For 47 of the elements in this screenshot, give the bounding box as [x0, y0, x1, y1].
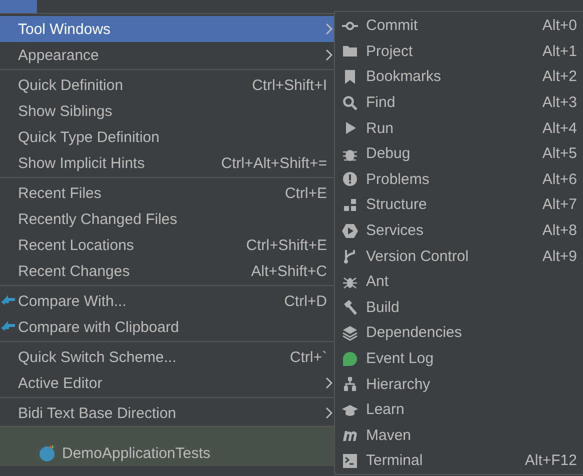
hammer-icon: [342, 299, 358, 316]
bookmark-icon: [342, 68, 358, 85]
exclamation-icon: [342, 171, 358, 188]
menu-item[interactable]: Commit Alt+0: [335, 13, 583, 39]
class-icon: [38, 444, 56, 462]
menu-item[interactable]: Appearance: [0, 42, 335, 68]
menu-item[interactable]: Quick Type Definition: [0, 124, 335, 150]
menu-item[interactable]: Run Alt+4: [335, 115, 583, 141]
menu-item[interactable]: Show Siblings: [0, 98, 335, 124]
menu-item[interactable]: Hierarchy: [335, 371, 583, 397]
terminal-icon: [342, 452, 358, 469]
menu-bar-highlight: [0, 0, 37, 13]
menu-item[interactable]: Problems Alt+6: [335, 166, 583, 192]
menu-item[interactable]: Maven: [335, 422, 583, 448]
hierarchy-icon: [342, 376, 358, 392]
structure-icon: [342, 196, 358, 213]
menu-item[interactable]: Active Editor: [0, 370, 335, 396]
menu-item[interactable]: Quick Definition Ctrl+Shift+I: [0, 72, 335, 98]
menu-item[interactable]: Project Alt+1: [335, 38, 583, 64]
menu-item[interactable]: Build: [335, 294, 583, 320]
menu-item[interactable]: Recent Files Ctrl+E: [0, 180, 335, 206]
menu-item[interactable]: Structure Alt+7: [335, 192, 583, 218]
search-icon: [342, 94, 358, 111]
layers-icon: [342, 324, 358, 341]
menu-item[interactable]: Quick Switch Scheme... Ctrl+`: [0, 344, 335, 370]
branch-icon: [342, 248, 358, 264]
menu-item[interactable]: Recently Changed Files: [0, 206, 335, 232]
menu-item[interactable]: Version Control Alt+9: [335, 243, 583, 269]
menu-item[interactable]: Dependencies: [335, 320, 583, 346]
menu-item[interactable]: Terminal Alt+F12: [335, 448, 583, 474]
menu-item[interactable]: Tool Windows: [0, 16, 335, 42]
menu-item[interactable]: Event Log: [335, 346, 583, 372]
menu-item[interactable]: Show Implicit Hints Ctrl+Alt+Shift+=: [0, 150, 335, 176]
menu-item[interactable]: Services Alt+8: [335, 218, 583, 244]
menu-item[interactable]: Compare With... Ctrl+D: [0, 288, 335, 314]
menu-item[interactable]: Learn: [335, 396, 583, 422]
menu-item[interactable]: Ant: [335, 268, 583, 295]
services-icon: [342, 222, 358, 239]
menu-item[interactable]: Recent Locations Ctrl+Shift+E: [0, 232, 335, 258]
folder-icon: [342, 43, 358, 60]
menu-item[interactable]: Bookmarks Alt+2: [335, 64, 583, 90]
menu-item[interactable]: Find Alt+3: [335, 90, 583, 116]
event-log-icon: [342, 350, 358, 367]
menu-item[interactable]: Compare with Clipboard: [0, 314, 335, 340]
menu-item[interactable]: Recent Changes Alt+Shift+C: [0, 258, 335, 284]
menu-item[interactable]: Debug Alt+5: [335, 140, 583, 167]
menu-item[interactable]: Bidi Text Base Direction: [0, 400, 335, 426]
